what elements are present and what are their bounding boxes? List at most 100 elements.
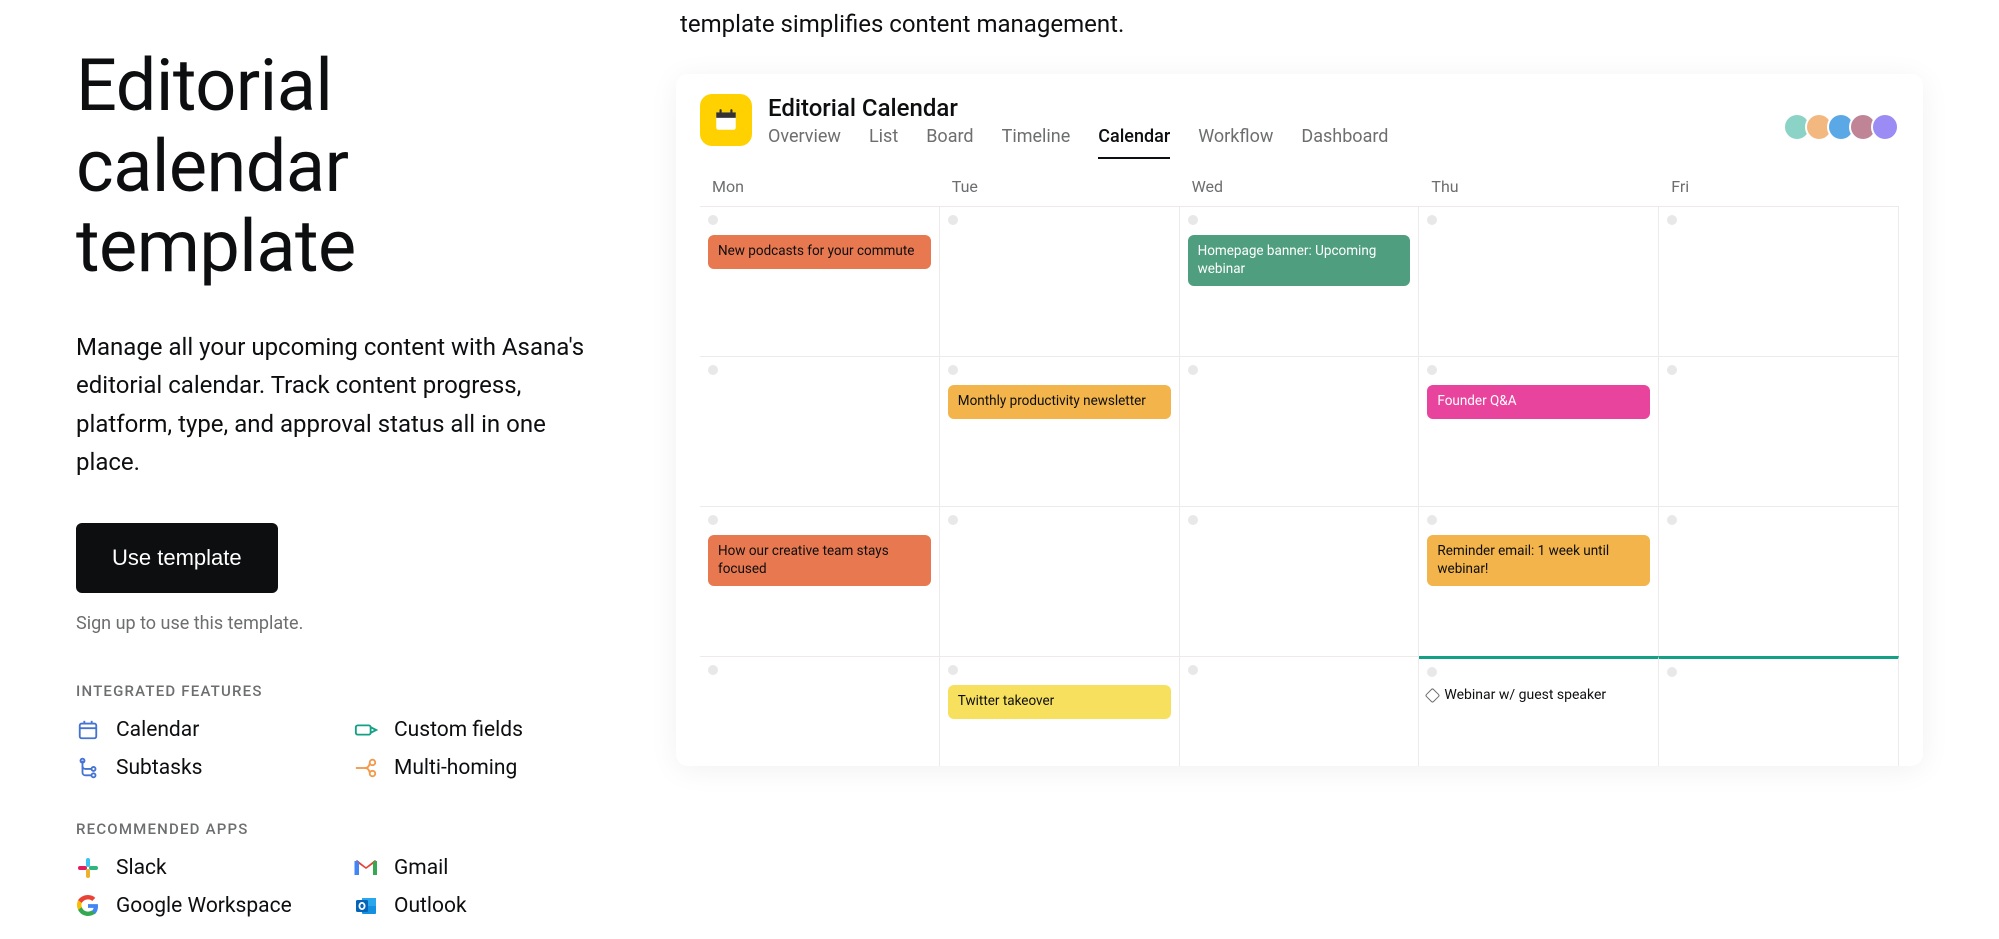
calendar-cell[interactable] — [700, 656, 940, 766]
tab-dashboard[interactable]: Dashboard — [1301, 126, 1388, 159]
signup-note: Sign up to use this template. — [76, 613, 616, 634]
date-placeholder — [948, 365, 958, 375]
apps-heading: RECOMMENDED APPS — [76, 820, 616, 838]
date-placeholder — [1667, 215, 1677, 225]
calendar-event[interactable]: New podcasts for your commute — [708, 235, 931, 269]
features-grid: Calendar Custom fields Subtasks Multi-homin… — [76, 718, 616, 780]
date-placeholder — [1667, 667, 1677, 677]
calendar-cell[interactable] — [940, 206, 1180, 356]
diamond-icon — [1425, 687, 1441, 703]
multi-homing-icon — [354, 756, 378, 780]
calendar-cell[interactable]: Homepage banner: Upcoming webinar — [1180, 206, 1420, 356]
app-item[interactable]: Gmail — [354, 856, 616, 880]
app-item[interactable]: Slack — [76, 856, 338, 880]
date-placeholder — [1427, 667, 1437, 677]
calendar-cell[interactable] — [1180, 656, 1420, 766]
calendar-cell[interactable] — [1180, 506, 1420, 656]
calendar-cell[interactable] — [700, 356, 940, 506]
calendar-cell[interactable] — [1659, 206, 1899, 356]
app-label: Outlook — [394, 894, 467, 918]
project-title: Editorial Calendar — [768, 94, 1773, 122]
gmail-icon — [354, 856, 378, 880]
calendar-event[interactable]: Homepage banner: Upcoming webinar — [1188, 235, 1411, 286]
feature-item[interactable]: Custom fields — [354, 718, 616, 742]
calendar-cell[interactable]: How our creative team stays focused — [700, 506, 940, 656]
calendar-cell[interactable] — [1659, 356, 1899, 506]
avatar[interactable] — [1871, 113, 1899, 141]
calendar-cell[interactable]: Monthly productivity newsletter — [940, 356, 1180, 506]
slack-icon — [76, 856, 100, 880]
project-icon — [700, 94, 752, 146]
calendar-cell[interactable] — [1419, 206, 1659, 356]
calendar-cell[interactable]: Twitter takeover — [940, 656, 1180, 766]
date-placeholder — [948, 665, 958, 675]
apps-grid: Slack Gmail Google Workspace Outlook — [76, 856, 616, 918]
date-placeholder — [948, 515, 958, 525]
feature-label: Multi-homing — [394, 756, 517, 780]
date-placeholder — [1427, 215, 1437, 225]
calendar-event[interactable]: Reminder email: 1 week until webinar! — [1427, 535, 1650, 586]
date-placeholder — [1188, 215, 1198, 225]
date-placeholder — [948, 215, 958, 225]
calendar-grid: MonTueWedThuFriNew podcasts for your com… — [700, 167, 1899, 766]
calendar-event[interactable]: Monthly productivity newsletter — [948, 385, 1171, 419]
calendar-cell[interactable]: Founder Q&A — [1419, 356, 1659, 506]
tab-timeline[interactable]: Timeline — [1002, 126, 1071, 159]
date-placeholder — [1667, 365, 1677, 375]
day-header: Tue — [940, 167, 1180, 206]
date-placeholder — [1667, 515, 1677, 525]
milestone-label: Webinar w/ guest speaker — [1444, 687, 1606, 703]
tab-calendar[interactable]: Calendar — [1098, 126, 1170, 159]
calendar-cell[interactable]: New podcasts for your commute — [700, 206, 940, 356]
calendar-cell[interactable]: Webinar w/ guest speaker — [1419, 656, 1659, 766]
feature-label: Calendar — [116, 718, 199, 742]
feature-item[interactable]: Subtasks — [76, 756, 338, 780]
page-description: Manage all your upcoming content with As… — [76, 328, 606, 482]
tabs: Overview List Board Timeline Calendar Workflo… — [768, 126, 1773, 159]
feature-label: Subtasks — [116, 756, 202, 780]
date-placeholder — [1427, 515, 1437, 525]
date-placeholder — [708, 665, 718, 675]
calendar-cell[interactable] — [1659, 506, 1899, 656]
date-placeholder — [1427, 365, 1437, 375]
outlook-icon — [354, 894, 378, 918]
app-label: Slack — [116, 856, 167, 880]
google-icon — [76, 894, 100, 918]
date-placeholder — [1188, 665, 1198, 675]
app-item[interactable]: Outlook — [354, 894, 616, 918]
calendar-event[interactable]: Twitter takeover — [948, 685, 1171, 719]
milestone-event[interactable]: Webinar w/ guest speaker — [1427, 687, 1650, 703]
app-item[interactable]: Google Workspace — [76, 894, 338, 918]
tab-overview[interactable]: Overview — [768, 126, 841, 159]
use-template-button[interactable]: Use template — [76, 523, 278, 593]
calendar-cell[interactable] — [940, 506, 1180, 656]
custom-fields-icon — [354, 718, 378, 742]
feature-item[interactable]: Multi-homing — [354, 756, 616, 780]
tab-workflow[interactable]: Workflow — [1198, 126, 1273, 159]
calendar-icon — [76, 718, 100, 742]
tab-board[interactable]: Board — [926, 126, 973, 159]
date-placeholder — [708, 515, 718, 525]
subtasks-icon — [76, 756, 100, 780]
day-header: Mon — [700, 167, 940, 206]
date-placeholder — [1188, 515, 1198, 525]
top-blurb: template simplifies content management. — [676, 10, 1923, 38]
calendar-event[interactable]: How our creative team stays focused — [708, 535, 931, 586]
app-label: Gmail — [394, 856, 448, 880]
feature-label: Custom fields — [394, 718, 523, 742]
date-placeholder — [708, 215, 718, 225]
calendar-cell[interactable]: Reminder email: 1 week until webinar! — [1419, 506, 1659, 656]
date-placeholder — [1188, 365, 1198, 375]
calendar-event[interactable]: Founder Q&A — [1427, 385, 1650, 419]
features-heading: INTEGRATED FEATURES — [76, 682, 616, 700]
avatar-stack — [1789, 113, 1899, 141]
day-header: Fri — [1659, 167, 1899, 206]
date-placeholder — [708, 365, 718, 375]
tab-list[interactable]: List — [869, 126, 898, 159]
calendar-cell[interactable] — [1659, 656, 1899, 766]
app-label: Google Workspace — [116, 894, 292, 918]
feature-item[interactable]: Calendar — [76, 718, 338, 742]
calendar-cell[interactable] — [1180, 356, 1420, 506]
preview-card: Editorial Calendar Overview List Board Time… — [676, 74, 1923, 766]
day-header: Thu — [1419, 167, 1659, 206]
